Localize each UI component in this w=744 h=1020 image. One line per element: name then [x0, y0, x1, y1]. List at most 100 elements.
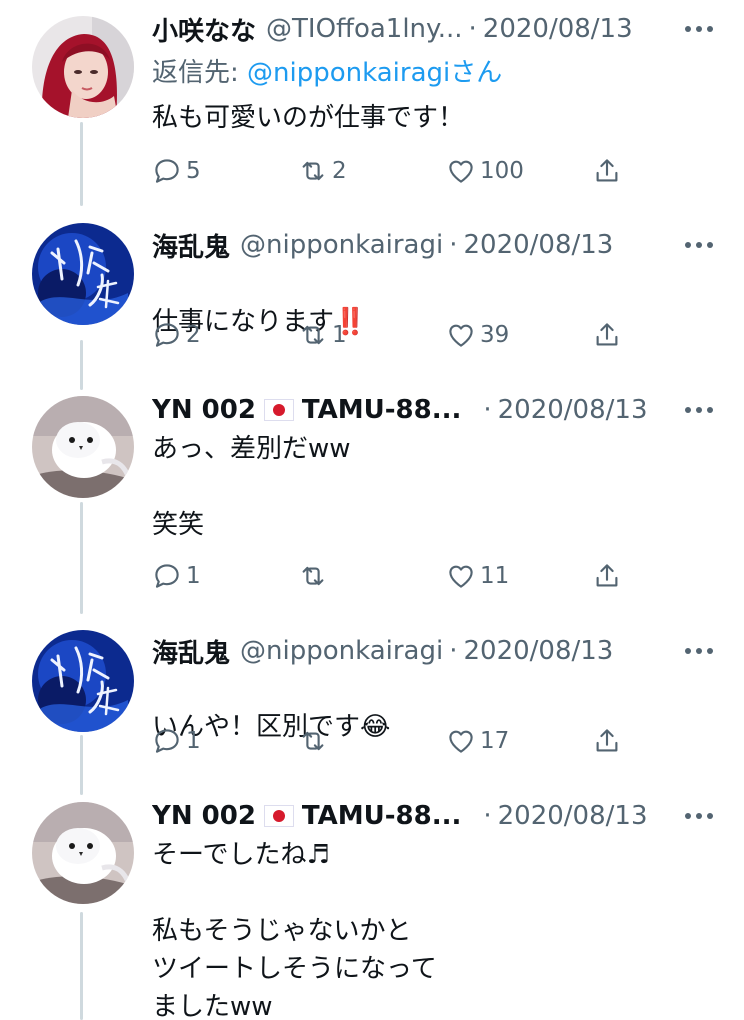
tweet-date[interactable]: 2020/08/13: [498, 395, 648, 425]
reply-context: 返信先: @nipponkairagiさん: [152, 52, 502, 89]
display-name: YN 002: [152, 801, 256, 831]
blue-calligraphy-avatar-icon: [32, 223, 134, 325]
like-count: 11: [480, 563, 510, 589]
display-name-wrap[interactable]: YN 002 TAMU-88...: [152, 801, 461, 831]
avatar[interactable]: [32, 630, 134, 732]
tweet[interactable]: YN 002 TAMU-88... · 2020/08/13 あっ、差別だww …: [0, 374, 744, 606]
share-button[interactable]: [592, 721, 622, 761]
tweet-header: 海乱鬼 @nipponkairagi · 2020/08/13: [152, 227, 716, 263]
tweet-date[interactable]: 2020/08/13: [483, 14, 633, 44]
tweet[interactable]: 小咲なな @TIOffoa1lny... · 2020/08/13 返信先: @…: [0, 0, 744, 200]
retweet-icon: [302, 325, 324, 345]
tweet[interactable]: 海乱鬼 @nipponkairagi · 2020/08/13 いんや！区別です…: [0, 614, 744, 786]
tweet-text: あっ、差別だww 笑笑: [152, 434, 351, 540]
tweet[interactable]: YN 002 TAMU-88... · 2020/08/13 そーでしたね♬ 私…: [0, 786, 744, 1020]
woman-red-hair-avatar-icon: [32, 16, 134, 118]
tweet-text: そーでしたね♬ 私もそうじゃないかと ツイートしそうになって ましたww: [152, 840, 437, 1020]
retweet-count: 1: [332, 322, 347, 348]
reply-button[interactable]: 1: [152, 556, 201, 596]
share-icon: [596, 729, 618, 752]
japan-flag-icon: [263, 399, 294, 421]
share-icon: [596, 564, 618, 587]
reply-prefix: 返信先:: [152, 58, 248, 88]
tweet-text: 私も可愛いのが仕事です！: [152, 103, 465, 133]
japan-flag-icon: [263, 805, 294, 827]
reply-count: 1: [186, 563, 201, 589]
tweet-header: 小咲なな @TIOffoa1lny... · 2020/08/13: [152, 11, 716, 47]
reply-button[interactable]: 2: [152, 315, 201, 355]
reply-icon: [155, 564, 179, 588]
like-icon: [449, 160, 473, 183]
reply-count: 5: [186, 158, 201, 184]
tweet-actions: 5 2 100: [152, 151, 632, 191]
more-icon[interactable]: [682, 798, 716, 834]
retweet-count: 2: [332, 158, 347, 184]
tweet-actions: 2 1 39: [152, 315, 632, 355]
like-button[interactable]: 11: [446, 556, 509, 596]
tweet-date[interactable]: 2020/08/13: [498, 801, 648, 831]
more-icon[interactable]: [682, 392, 716, 428]
like-icon: [449, 730, 473, 753]
user-handle[interactable]: @nipponkairagi: [240, 636, 443, 666]
reply-icon: [155, 159, 179, 183]
separator-dot: ·: [483, 801, 492, 831]
white-bird-avatar-icon: [32, 396, 134, 498]
tweet-actions: 1 17: [152, 721, 632, 761]
like-count: 39: [480, 322, 510, 348]
share-button[interactable]: [592, 556, 622, 596]
user-handle[interactable]: @TIOffoa1lny...: [266, 14, 463, 44]
display-name: YN 002: [152, 395, 256, 425]
retweet-icon: [302, 731, 324, 751]
separator-dot: ·: [449, 636, 458, 666]
retweet-icon: [302, 566, 324, 586]
like-button[interactable]: 39: [446, 315, 509, 355]
reply-button[interactable]: 5: [152, 151, 201, 191]
retweet-icon: [302, 161, 324, 181]
display-name-rest: TAMU-88...: [301, 801, 462, 831]
retweet-button[interactable]: 1: [298, 315, 347, 355]
reply-button[interactable]: 1: [152, 721, 201, 761]
retweet-button[interactable]: [298, 721, 328, 761]
reply-count: 1: [186, 728, 201, 754]
white-bird-avatar-icon: [32, 802, 134, 904]
like-button[interactable]: 17: [446, 721, 509, 761]
like-count: 100: [480, 158, 524, 184]
display-name-rest: TAMU-88...: [301, 395, 462, 425]
display-name[interactable]: 海乱鬼: [152, 633, 230, 670]
share-icon: [596, 323, 618, 346]
more-icon[interactable]: [682, 633, 716, 669]
more-icon[interactable]: [682, 227, 716, 263]
retweet-button[interactable]: 2: [298, 151, 347, 191]
user-handle[interactable]: @nipponkairagi: [240, 230, 443, 260]
tweet-date[interactable]: 2020/08/13: [463, 230, 613, 260]
separator-dot: ·: [449, 230, 458, 260]
display-name[interactable]: 海乱鬼: [152, 227, 230, 264]
tweet-header: YN 002 TAMU-88... · 2020/08/13: [152, 392, 716, 428]
avatar[interactable]: [32, 16, 134, 118]
reply-count: 2: [186, 322, 201, 348]
display-name-wrap[interactable]: YN 002 TAMU-88...: [152, 395, 461, 425]
tweet-date[interactable]: 2020/08/13: [463, 636, 613, 666]
share-icon: [596, 159, 618, 182]
tweet-actions: 1 11: [152, 556, 632, 596]
avatar[interactable]: [32, 223, 134, 325]
tweet-header: 海乱鬼 @nipponkairagi · 2020/08/13: [152, 633, 716, 669]
like-icon: [449, 324, 473, 347]
avatar[interactable]: [32, 802, 134, 904]
reply-mention-link[interactable]: @nipponkairagiさん: [247, 58, 502, 88]
separator-dot: ·: [483, 395, 492, 425]
separator-dot: ·: [468, 14, 477, 44]
reply-icon: [155, 729, 179, 753]
share-button[interactable]: [592, 315, 622, 355]
like-count: 17: [480, 728, 510, 754]
avatar[interactable]: [32, 396, 134, 498]
more-icon[interactable]: [682, 11, 716, 47]
tweet[interactable]: 海乱鬼 @nipponkairagi · 2020/08/13 仕事になります‼…: [0, 206, 744, 374]
reply-icon: [155, 323, 179, 347]
blue-calligraphy-avatar-icon: [32, 630, 134, 732]
like-icon: [449, 565, 473, 588]
like-button[interactable]: 100: [446, 151, 524, 191]
share-button[interactable]: [592, 151, 622, 191]
retweet-button[interactable]: [298, 556, 328, 596]
display-name[interactable]: 小咲なな: [152, 11, 256, 48]
